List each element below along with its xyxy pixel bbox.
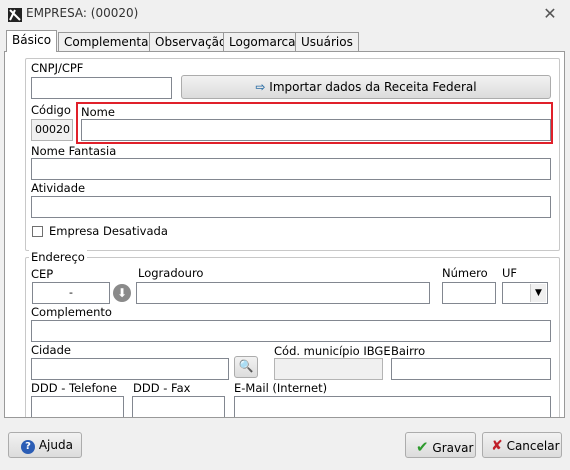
- cep-label: CEP: [31, 267, 54, 281]
- ddd-telefone-field[interactable]: [31, 396, 124, 417]
- save-button-label: Gravar: [432, 441, 474, 455]
- numero-field[interactable]: [442, 282, 496, 304]
- empresa-desativada-checkbox[interactable]: [32, 226, 43, 237]
- tab-usuarios[interactable]: Usuários: [295, 32, 359, 51]
- import-button-label: Importar dados da Receita Federal: [269, 80, 477, 94]
- bairro-field[interactable]: [391, 358, 551, 380]
- tab-complementar[interactable]: Complementar: [58, 32, 160, 51]
- import-receita-button[interactable]: ⇨ Importar dados da Receita Federal: [181, 75, 551, 99]
- logradouro-label: Logradouro: [138, 266, 204, 280]
- cidade-label: Cidade: [31, 343, 71, 357]
- complemento-label: Complemento: [31, 305, 112, 319]
- cidade-field[interactable]: [31, 358, 229, 380]
- nome-highlight-box: [76, 102, 553, 144]
- import-icon: ⇨: [255, 80, 266, 94]
- cep-lookup-icon[interactable]: ⬇: [113, 284, 131, 302]
- complemento-field[interactable]: [31, 320, 551, 342]
- email-label: E-Mail (Internet): [234, 381, 328, 395]
- help-button-label: Ajuda: [38, 438, 73, 452]
- cnpj-label: CNPJ/CPF: [31, 61, 84, 75]
- atividade-field[interactable]: [31, 196, 551, 218]
- close-icon[interactable]: ✕: [542, 4, 558, 23]
- codigo-label: Código: [31, 103, 71, 117]
- endereco-group-label: Endereço: [29, 250, 87, 264]
- ddd-telefone-label: DDD - Telefone: [31, 381, 117, 395]
- empresa-desativada-label: Empresa Desativada: [49, 224, 168, 238]
- codigo-field: 00020: [31, 119, 73, 141]
- save-button[interactable]: ✔ Gravar: [405, 432, 476, 458]
- atividade-label: Atividade: [31, 181, 86, 195]
- cnpj-field[interactable]: [31, 77, 172, 99]
- cod-ibge-label: Cód. município IBGE: [274, 344, 391, 358]
- uf-label: UF: [502, 266, 518, 280]
- help-icon: ?: [21, 440, 35, 454]
- cod-ibge-field: [274, 358, 383, 380]
- bairro-label: Bairro: [391, 344, 426, 358]
- app-icon: [8, 8, 22, 22]
- tab-logomarca[interactable]: Logomarca: [223, 32, 302, 51]
- tab-observacao[interactable]: Observação: [149, 32, 233, 51]
- cancel-icon: ✘: [491, 438, 503, 454]
- check-icon: ✔: [416, 438, 429, 456]
- email-field[interactable]: [234, 396, 551, 417]
- chevron-down-icon: ▼: [530, 284, 546, 302]
- nome-fantasia-field[interactable]: [31, 158, 551, 180]
- help-button[interactable]: ? Ajuda: [8, 432, 82, 458]
- search-city-button[interactable]: 🔍: [234, 356, 258, 378]
- window-title: EMPRESA: (00020): [26, 6, 139, 20]
- search-icon: 🔍: [238, 359, 254, 373]
- cancel-button[interactable]: ✘ Cancelar: [482, 432, 562, 458]
- logradouro-field[interactable]: [136, 282, 430, 304]
- cep-field[interactable]: -: [32, 282, 110, 304]
- uf-select[interactable]: ▼: [502, 282, 548, 304]
- numero-label: Número: [442, 266, 488, 280]
- nome-fantasia-label: Nome Fantasia: [31, 144, 117, 158]
- cancel-button-label: Cancelar: [506, 439, 560, 453]
- ddd-fax-field[interactable]: [132, 396, 225, 417]
- tab-basico[interactable]: Básico: [6, 30, 58, 52]
- ddd-fax-label: DDD - Fax: [133, 381, 191, 395]
